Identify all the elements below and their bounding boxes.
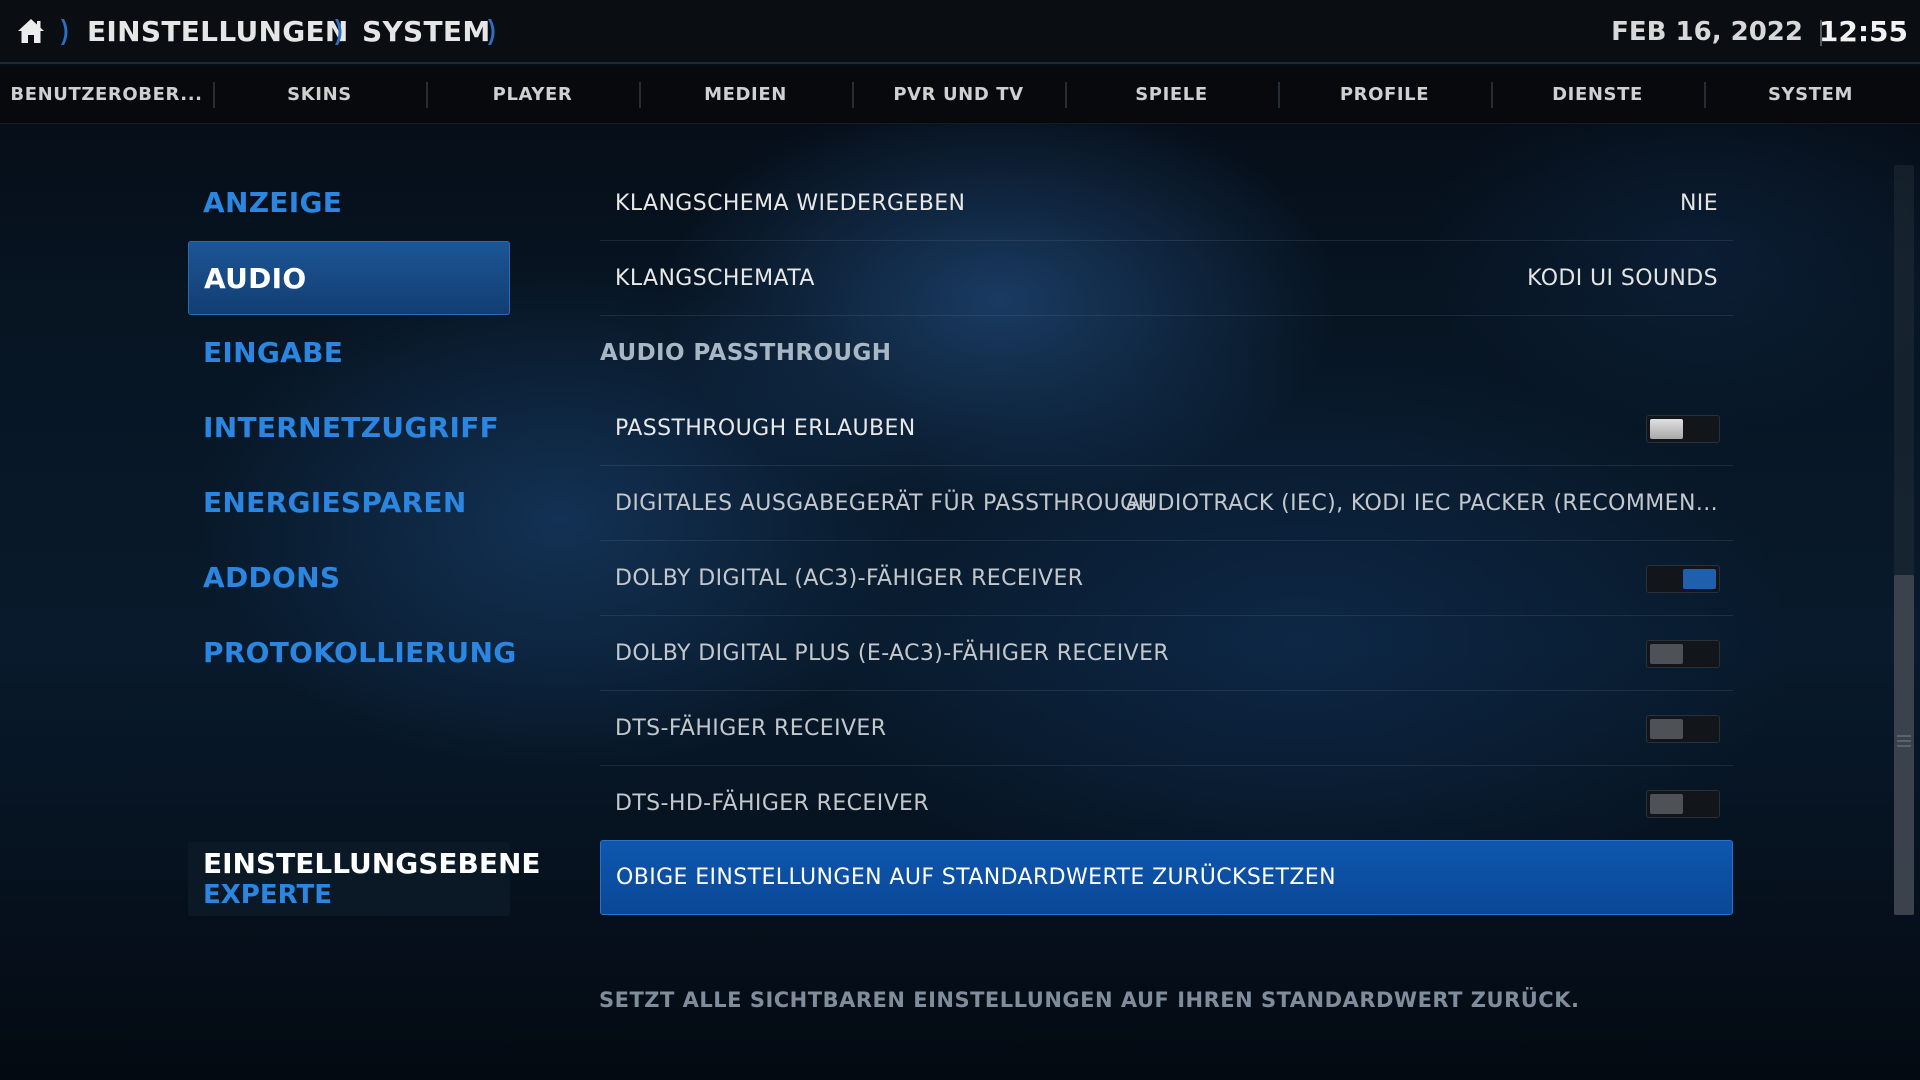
tab-skins[interactable]: SKINS xyxy=(213,66,426,124)
setting-value: KODI UI SOUNDS xyxy=(1527,266,1718,291)
tab-services[interactable]: DIENSTE xyxy=(1491,66,1704,124)
breadcrumb-settings[interactable]: EINSTELLUNGEN xyxy=(87,0,349,64)
reset-settings-label: OBIGE EINSTELLUNGEN AUF STANDARDWERTE ZU… xyxy=(616,865,1336,890)
toggle-knob xyxy=(1650,644,1683,664)
category-power-saving[interactable]: ENERGIESPAREN xyxy=(188,466,510,540)
grip-line xyxy=(1897,740,1911,742)
toggle-knob xyxy=(1650,794,1683,814)
settings-level-button[interactable]: EINSTELLUNGSEBENE EXPERTE xyxy=(188,842,541,916)
grip-line xyxy=(1897,735,1911,737)
tab-games[interactable]: SPIELE xyxy=(1065,66,1278,124)
section-header-audio-passthrough: AUDIO PASSTHROUGH xyxy=(600,340,892,366)
tab-profiles[interactable]: PROFILE xyxy=(1278,66,1491,124)
setting-dts-receiver[interactable]: DTS-FÄHIGER RECEIVER xyxy=(600,691,1733,766)
setting-label: DIGITALES AUSGABEGERÄT FÜR PASSTHROUGH xyxy=(615,491,1155,516)
setting-ac3-receiver[interactable]: DOLBY DIGITAL (AC3)-FÄHIGER RECEIVER xyxy=(600,541,1733,616)
toggle-knob xyxy=(1650,419,1683,439)
category-input[interactable]: EINGABE xyxy=(188,316,510,390)
setting-sound-schemes[interactable]: KLANGSCHEMATA KODI UI SOUNDS xyxy=(600,241,1733,316)
settings-tab-bar: BENUTZEROBER... SKINS PLAYER MEDIEN PVR … xyxy=(0,66,1920,124)
toggle-knob xyxy=(1650,719,1683,739)
scrollbar[interactable] xyxy=(1894,165,1914,915)
reset-settings-button[interactable]: OBIGE EINSTELLUNGEN AUF STANDARDWERTE ZU… xyxy=(600,840,1733,915)
setting-label: DOLBY DIGITAL PLUS (E-AC3)-FÄHIGER RECEI… xyxy=(615,641,1170,666)
setting-description: SETZT ALLE SICHTBAREN EINSTELLUNGEN AUF … xyxy=(599,988,1580,1012)
chevron-right-icon xyxy=(488,19,495,45)
tab-player[interactable]: PLAYER xyxy=(426,66,639,124)
date-display: FEB 16, 2022 xyxy=(1611,17,1803,47)
setting-label: PASSTHROUGH ERLAUBEN xyxy=(615,416,916,441)
setting-label: KLANGSCHEMATA xyxy=(615,266,815,291)
toggle-knob xyxy=(1683,569,1716,589)
tab-pvr-tv[interactable]: PVR UND TV xyxy=(852,66,1065,124)
setting-dtshd-receiver[interactable]: DTS-HD-FÄHIGER RECEIVER xyxy=(600,766,1733,841)
tab-media[interactable]: MEDIEN xyxy=(639,66,852,124)
settings-level-title: EINSTELLUNGSEBENE xyxy=(203,847,541,880)
breadcrumb-system[interactable]: SYSTEM xyxy=(362,0,491,64)
category-addons[interactable]: ADDONS xyxy=(188,541,510,615)
setting-passthrough-output-device[interactable]: DIGITALES AUSGABEGERÄT FÜR PASSTHROUGH A… xyxy=(600,466,1733,541)
category-logging[interactable]: PROTOKOLLIERUNG xyxy=(188,616,516,690)
setting-label: KLANGSCHEMA WIEDERGEBEN xyxy=(615,191,966,216)
tab-system[interactable]: SYSTEM xyxy=(1704,66,1917,124)
setting-label: DOLBY DIGITAL (AC3)-FÄHIGER RECEIVER xyxy=(615,566,1084,591)
passthrough-toggle[interactable] xyxy=(1646,415,1720,443)
dtshd-toggle[interactable] xyxy=(1646,790,1720,818)
top-bar: EINSTELLUNGEN SYSTEM FEB 16, 2022 12:55 xyxy=(0,0,1920,64)
category-audio[interactable]: AUDIO xyxy=(188,241,510,315)
chevron-right-icon xyxy=(335,19,342,45)
clock: 12:55 xyxy=(1818,15,1908,48)
eac3-toggle[interactable] xyxy=(1646,640,1720,668)
grip-line xyxy=(1897,745,1911,747)
setting-allow-passthrough[interactable]: PASSTHROUGH ERLAUBEN xyxy=(600,391,1733,466)
setting-label: DTS-FÄHIGER RECEIVER xyxy=(615,716,887,741)
category-display[interactable]: ANZEIGE xyxy=(188,166,510,240)
home-icon[interactable] xyxy=(16,16,46,46)
setting-play-sound-scheme[interactable]: KLANGSCHEMA WIEDERGEBEN NIE xyxy=(600,166,1733,241)
category-internet-access[interactable]: INTERNETZUGRIFF xyxy=(188,391,510,465)
chevron-right-icon xyxy=(61,19,68,45)
setting-label: DTS-HD-FÄHIGER RECEIVER xyxy=(615,791,930,816)
dts-toggle[interactable] xyxy=(1646,715,1720,743)
setting-value: NIE xyxy=(1679,191,1718,216)
settings-level-value: EXPERTE xyxy=(203,880,332,910)
scrollbar-thumb[interactable] xyxy=(1894,575,1914,915)
setting-eac3-receiver[interactable]: DOLBY DIGITAL PLUS (E-AC3)-FÄHIGER RECEI… xyxy=(600,616,1733,691)
ac3-toggle[interactable] xyxy=(1646,565,1720,593)
tab-interface[interactable]: BENUTZEROBER... xyxy=(0,66,213,124)
setting-value: AUDIOTRACK (IEC), KODI IEC PACKER (RECOM… xyxy=(1125,491,1718,516)
